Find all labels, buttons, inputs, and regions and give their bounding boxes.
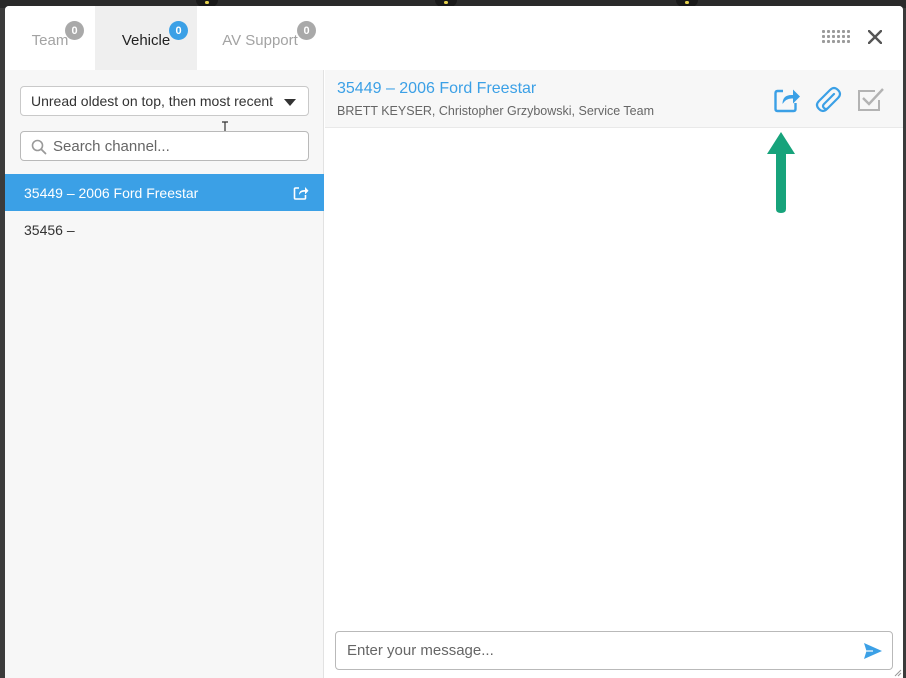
channel-item-35449[interactable]: 35449 – 2006 Ford Freestar	[5, 174, 324, 211]
conversation-title: 35449 – 2006 Ford Freestar	[337, 80, 537, 97]
conversation-members: BRETT KEYSER, Christopher Grzybowski, Se…	[337, 104, 654, 118]
search-icon	[31, 139, 47, 155]
channel-item-label: 35456 –	[24, 221, 75, 238]
share-icon[interactable]	[293, 185, 309, 200]
grid-icon[interactable]	[822, 30, 850, 46]
tab-av-support-label: AV Support	[222, 31, 298, 49]
message-composer	[335, 631, 893, 670]
tab-av-support-badge: 0	[297, 21, 316, 40]
search-input[interactable]	[53, 137, 308, 155]
annotation-arrow	[767, 132, 795, 213]
search-channel-field[interactable]	[20, 131, 309, 161]
resize-grip-icon[interactable]	[892, 667, 902, 677]
close-button[interactable]	[862, 24, 888, 50]
send-icon[interactable]	[863, 641, 883, 661]
conversation-header: 35449 – 2006 Ford Freestar BRETT KEYSER,…	[325, 70, 903, 128]
tab-av-support[interactable]: AV Support 0	[197, 6, 323, 70]
chevron-down-icon	[284, 99, 296, 106]
tab-vehicle-badge: 0	[169, 21, 188, 40]
tab-bar: Team 0 Vehicle 0 AV Support 0	[5, 6, 903, 70]
paperclip-icon[interactable]	[813, 85, 843, 115]
sort-select-value: Unread oldest on top, then most recent	[31, 93, 274, 109]
tab-team-label: Team	[31, 31, 69, 49]
share-icon[interactable]	[772, 85, 802, 115]
conversation-pane: 35449 – 2006 Ford Freestar BRETT KEYSER,…	[325, 70, 903, 678]
sort-select[interactable]: Unread oldest on top, then most recent	[20, 86, 309, 116]
message-input[interactable]	[347, 642, 847, 659]
close-icon	[868, 30, 882, 44]
channel-item-label: 35449 – 2006 Ford Freestar	[24, 184, 199, 201]
chat-modal: Team 0 Vehicle 0 AV Support 0 Unread old…	[5, 6, 903, 678]
tab-vehicle-label: Vehicle	[121, 31, 171, 49]
tab-team-badge: 0	[65, 21, 84, 40]
channel-item-35456[interactable]: 35456 –	[5, 211, 324, 248]
checkbox-done-icon[interactable]	[855, 85, 885, 115]
channel-sidebar: Unread oldest on top, then most recent 3…	[5, 70, 324, 678]
tab-vehicle[interactable]: Vehicle 0	[95, 6, 197, 70]
tab-team[interactable]: Team 0	[5, 6, 95, 70]
